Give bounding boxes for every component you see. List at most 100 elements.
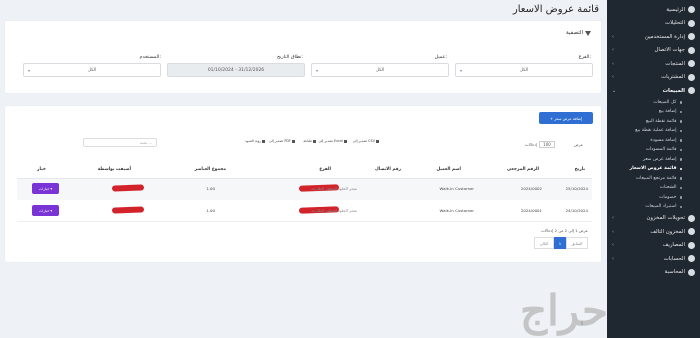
user-label: المستخدم: [139,55,161,60]
cell-date: 25/10/2024 [565,186,588,191]
bullet-icon [679,177,682,180]
chevron-left-icon: ‹ [612,242,614,249]
export-excel-button[interactable]: تصدير إلى Excel [319,139,347,143]
sidebar-subitem[interactable]: كل المبيعات [607,98,700,108]
print-icon [313,139,316,143]
sidebar-item-users[interactable]: ‹ إدارة المستخدمين [607,30,700,44]
entries-label: إدخالات [525,142,537,147]
show-label: عرض [574,142,583,147]
customer-select[interactable]: الكل ▾ [311,63,449,77]
actions-button[interactable]: خيارات ▾ [32,205,59,216]
sidebar: الرئيسية التحليلات ‹ إدارة المستخدمين ‹ جه… [607,0,700,338]
home-icon [688,6,695,14]
bullet-icon [679,129,682,132]
sidebar-subitem[interactable]: قائمة نقطة البيع [607,117,700,127]
sidebar-subitem[interactable]: خصومات [607,193,700,203]
branch-select[interactable]: الكل ▾ [455,63,593,77]
chevron-down-icon: ▾ [460,67,463,73]
header-date[interactable]: تاريخ [575,167,585,172]
cell-customer: Walk-In Customer [439,186,474,191]
contacts-icon [688,46,695,54]
main-content: قائمة عروض الاسعار التصفية الفرع: الكل ▾ … [0,0,608,338]
header-customer[interactable]: اسم العميل [436,167,461,172]
table-row[interactable]: 24/10/2024 2024/0001 Walk-In Customer مت… [17,201,592,222]
sidebar-subitem[interactable]: الشحنات [607,183,700,193]
next-page-button[interactable]: التالي [534,237,554,249]
sidebar-item-products[interactable]: ‹ المنتجات [607,57,700,71]
page-1-button[interactable]: 1 [554,237,566,249]
bullet-icon [679,205,682,208]
sidebar-subitem[interactable]: استيراد المبيعات [607,202,700,212]
chevron-down-icon: ▾ [28,67,31,73]
excel-icon [344,139,347,143]
sidebar-item-accounts[interactable]: ‹ الحسابات [607,252,700,266]
cell-branch: متجر الخلود للعطور الطارجة [311,208,357,213]
sidebar-item-accounting[interactable]: المحاسبة [607,266,700,280]
chevron-left-icon: ‹ [612,47,614,54]
date-range-input[interactable]: 01/10/2024 - 31/12/2026 [167,63,305,77]
table-row[interactable]: 25/10/2024 2024/0002 Walk-In Customer مت… [17,179,592,200]
date-range-label: نطاق التاريخ: [276,55,303,60]
header-ref[interactable]: الرقم المرجعي [507,167,539,172]
chevron-left-icon: ‹ [612,60,614,67]
sidebar-subitem[interactable]: قائمة المسودات [607,145,700,155]
sidebar-item-contacts[interactable]: ‹ جهات الاتصال [607,44,700,58]
sidebar-subitem[interactable]: إضافة مسودة [607,136,700,146]
search-input[interactable]: بحث ... [83,138,157,147]
sidebar-item-purchases[interactable]: ‹ المشتريات [607,71,700,85]
chevron-down-icon: ▾ [50,208,53,213]
chevron-left-icon: ‹ [612,228,614,235]
header-option: خيار [37,167,46,172]
csv-icon [376,139,379,143]
page-size-select[interactable]: 100 [539,141,555,148]
bullet-icon [679,139,682,142]
truck-icon [688,214,695,222]
sidebar-subitem[interactable]: إضافة بيع [607,107,700,117]
money-icon [688,241,695,249]
add-quotation-button[interactable]: + إضافة عرض سعر [539,112,593,124]
bullet-icon [679,101,682,104]
export-csv-button[interactable]: تصدير إلى CSV [353,139,379,143]
cell-total: 1.00 [206,186,215,191]
sidebar-subitem[interactable]: إضافة عملية نقطة بيع [607,126,700,136]
users-icon [688,33,695,41]
actions-button[interactable]: خيارات ▾ [32,183,59,194]
sidebar-item-sales[interactable]: ⌄ المبيعات [607,84,700,98]
branch-label: الفرع: [578,55,591,60]
cart-icon [688,73,695,81]
sidebar-subitem-current[interactable]: قائمة عروض الاسعار [607,164,700,174]
header-branch[interactable]: الفرع [319,167,331,172]
bullet-icon [679,158,682,161]
cell-ref: 2024/0001 [520,208,542,213]
export-pdf-button[interactable]: تصدير إلى PDF [269,139,295,143]
pagination: السابق 1 التالي [534,237,588,249]
cell-date: 24/10/2024 [565,208,588,213]
filter-header[interactable]: التصفية [566,30,591,36]
sidebar-item-damaged-stock[interactable]: ‹ المخزون التالف [607,225,700,239]
page-title: قائمة عروض الاسعار [512,4,599,15]
sidebar-item-expenses[interactable]: ‹ المصاريف [607,239,700,253]
sidebar-item-home[interactable]: الرئيسية [607,3,700,17]
print-button[interactable]: طباعة [303,139,316,143]
cell-ref: 2024/0002 [520,186,542,191]
header-added-by[interactable]: أضيفت بواسطة [98,167,131,172]
header-contact[interactable]: رقم الاتصال [375,167,401,172]
customer-label: عميل: [434,55,447,60]
bullet-icon [679,148,682,151]
prev-page-button[interactable]: السابق [566,237,588,249]
sidebar-item-analytics[interactable]: التحليلات [607,17,700,31]
sidebar-item-stock-transfers[interactable]: ‹ تحويلات المخزون [607,212,700,226]
sidebar-subitem[interactable]: قائمة مرتجع المبيعات [607,174,700,184]
cell-customer: Walk-In Customer [439,208,474,213]
chart-icon [688,19,695,27]
user-select[interactable]: الكل ▾ [23,63,161,77]
sidebar-subitem[interactable]: إضافة عرض سعر [607,155,700,165]
header-total-items[interactable]: مجموع العناصر [195,167,226,172]
bank-icon [688,255,695,263]
columns-icon [262,139,265,143]
column-visibility-button[interactable]: رؤية العمود [245,139,265,143]
chevron-left-icon: ‹ [612,215,614,222]
quotations-table-card: + إضافة عرض سعر عرض 100 إدخالات تصدير إل… [5,106,601,262]
filter-label: التصفية [565,30,583,36]
filter-card: التصفية الفرع: الكل ▾ عميل: الكل ▾ نطاق ال… [5,21,601,93]
